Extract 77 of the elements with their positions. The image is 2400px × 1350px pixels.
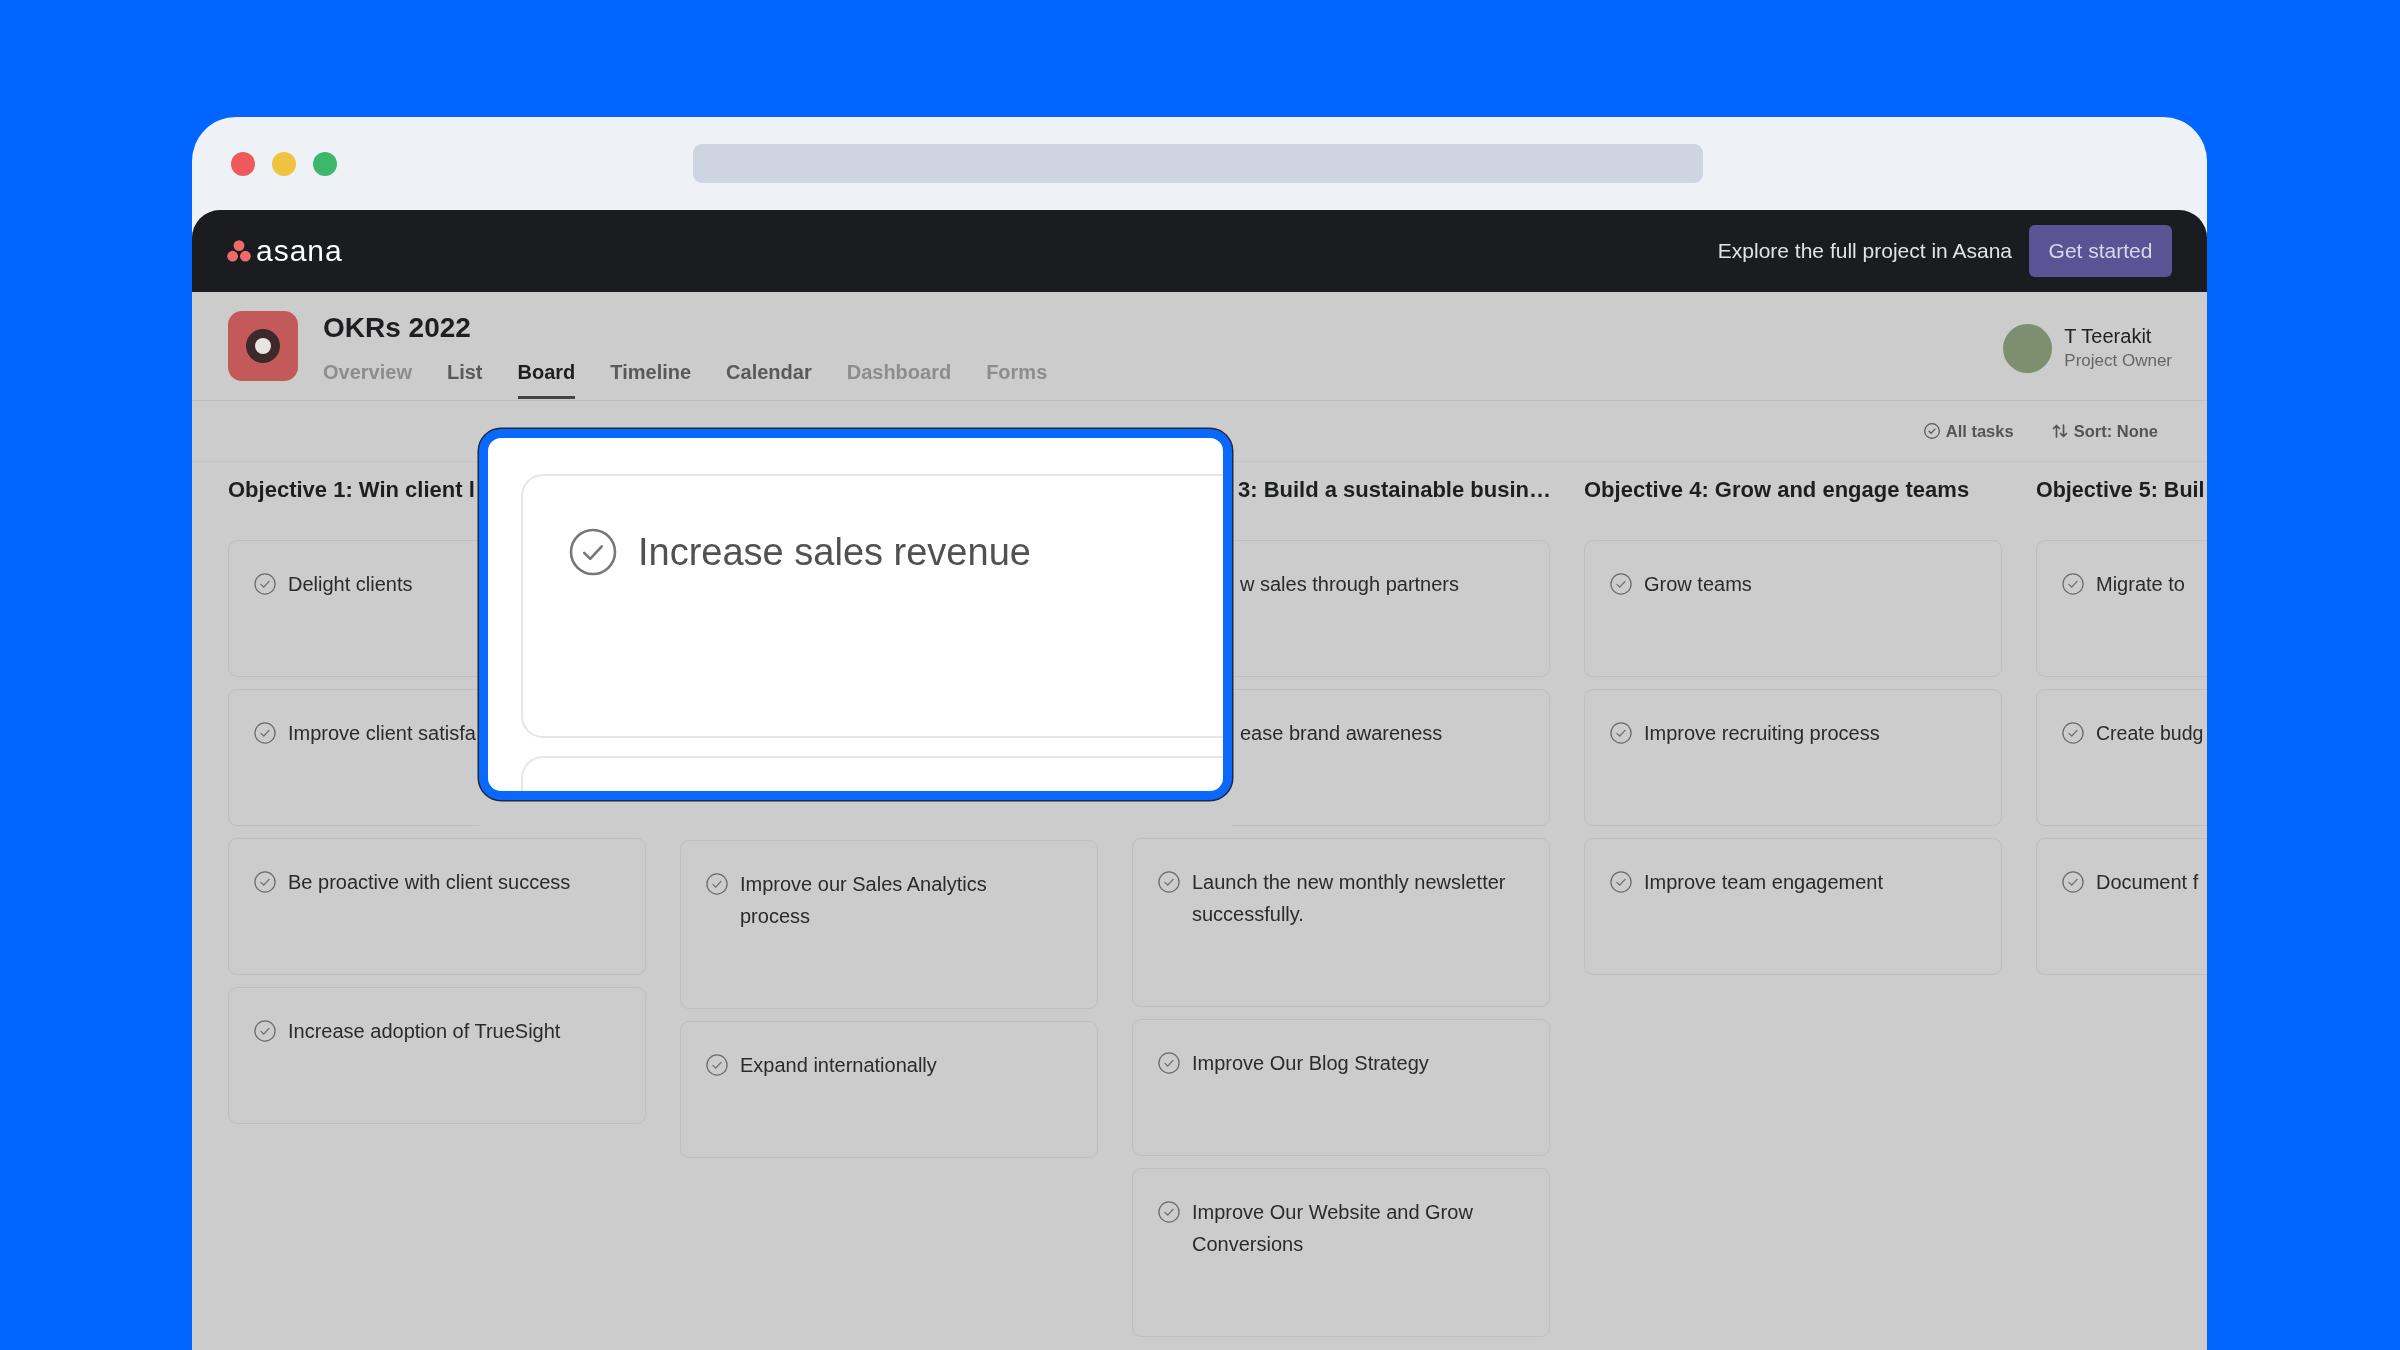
task-card[interactable]: Delight clients: [228, 540, 479, 677]
check-circle-icon: [254, 573, 276, 595]
check-circle-icon: [1158, 1201, 1180, 1223]
task-title: Improve Our Website and Grow Conversions: [1192, 1200, 1474, 1257]
tab[interactable]: Calendar: [726, 358, 812, 399]
sort-arrows-icon: [2051, 423, 2068, 439]
task-card[interactable]: Create budg: [2036, 689, 2207, 826]
tab[interactable]: Timeline: [610, 358, 692, 399]
check-circle-icon: [254, 871, 276, 893]
sort-button[interactable]: Sort: None: [2051, 418, 2158, 444]
task-card[interactable]: Document f: [2036, 838, 2207, 975]
address-bar[interactable]: [693, 144, 1703, 183]
task-card[interactable]: Expand internationally: [680, 1021, 1098, 1158]
check-circle-icon: [254, 1020, 276, 1042]
target-icon: [228, 311, 298, 381]
task-title: Document f: [2096, 870, 2199, 895]
tab[interactable]: Board: [517, 358, 576, 399]
check-circle-icon: [1923, 423, 1940, 439]
tab[interactable]: List: [446, 358, 483, 399]
task-title: Increase adoption of TrueSight: [288, 1019, 561, 1044]
filter-button[interactable]: All tasks: [1923, 418, 2014, 444]
task-title: Delight clients: [288, 572, 413, 597]
task-card[interactable]: Improve team engagement: [1584, 838, 2002, 975]
column-heading: Objective 5: Buil: [2036, 477, 2205, 504]
check-circle-icon: [2062, 573, 2084, 595]
logo-wordmark: asana: [256, 236, 343, 266]
task-title: Improve Our Blog Strategy: [1192, 1051, 1429, 1076]
task-title: Improve team engagement: [1644, 870, 1884, 895]
task-card[interactable]: Improve recruiting process: [1584, 689, 2002, 826]
check-circle-icon: [1158, 1052, 1180, 1074]
task-card[interactable]: w sales through partners: [1232, 540, 1550, 677]
task-title: Launch the new monthly newsletter successfully.: [1192, 870, 1507, 927]
task-card[interactable]: Improve Our Website and Grow Conversions: [1132, 1168, 1550, 1337]
column-heading: Objective 4: Grow and engage teams: [1584, 476, 1970, 504]
task-title: Be proactive with client success: [288, 870, 571, 895]
check-circle-icon: [2062, 871, 2084, 893]
owner-name: T Teerakit: [2064, 324, 2152, 349]
check-circle-icon: [706, 873, 728, 895]
task-card[interactable]: Migrate to: [2036, 540, 2207, 677]
task-title: Improve our Sales Analytics process: [740, 872, 988, 929]
task-card[interactable]: Grow teams: [1584, 540, 2002, 677]
close-dot-icon[interactable]: [231, 151, 255, 176]
task-card[interactable]: [521, 756, 1223, 791]
task-title: Expand internationally: [740, 1053, 937, 1078]
task-card[interactable]: Increase adoption of TrueSight: [228, 987, 646, 1124]
check-circle-icon: [254, 722, 276, 744]
check-circle-icon: [1158, 871, 1180, 893]
task-card[interactable]: Improve our Sales Analytics process: [680, 840, 1098, 1009]
column-heading: Objective 1: Win client l: [228, 476, 475, 504]
task-title: Improve recruiting process: [1644, 721, 1880, 746]
task-title: Create budg: [2096, 721, 2204, 746]
task-title: ease brand awareness: [1240, 721, 1443, 746]
check-circle-icon: [1610, 722, 1632, 744]
check-circle-icon: [1610, 871, 1632, 893]
get-started-button[interactable]: Get started: [2029, 225, 2172, 277]
dots-logo-icon: [227, 240, 251, 262]
check-circle-icon: [2062, 722, 2084, 744]
task-card[interactable]: ease brand awareness: [1232, 689, 1550, 826]
project-title: OKRs 2022: [323, 311, 471, 345]
task-title: Improve client satisfa: [288, 721, 476, 746]
minimize-dot-icon[interactable]: [272, 151, 296, 176]
check-circle-icon: [569, 528, 617, 576]
check-circle-icon: [706, 1054, 728, 1076]
column-heading: 3: Build a sustainable busin…: [1238, 476, 1551, 504]
task-card[interactable]: Improve client satisfa: [228, 689, 479, 826]
task-title: Grow teams: [1644, 572, 1752, 597]
task-title: w sales through partners: [1240, 572, 1459, 597]
zoom-dot-icon[interactable]: [313, 151, 337, 176]
task-card[interactable]: Improve Our Blog Strategy: [1132, 1019, 1550, 1156]
task-card[interactable]: Increase sales revenue: [521, 474, 1223, 738]
task-card[interactable]: Launch the new monthly newsletter successfully.: [1132, 838, 1550, 1007]
task-card[interactable]: Be proactive with client success: [228, 838, 646, 975]
check-circle-icon: [1610, 573, 1632, 595]
task-title: Increase sales revenue: [638, 530, 1031, 575]
owner-role: Project Owner: [2064, 350, 2172, 372]
promo-text: Explore the full project in Asana: [1717, 238, 2012, 265]
task-title: Migrate to: [2096, 572, 2185, 597]
